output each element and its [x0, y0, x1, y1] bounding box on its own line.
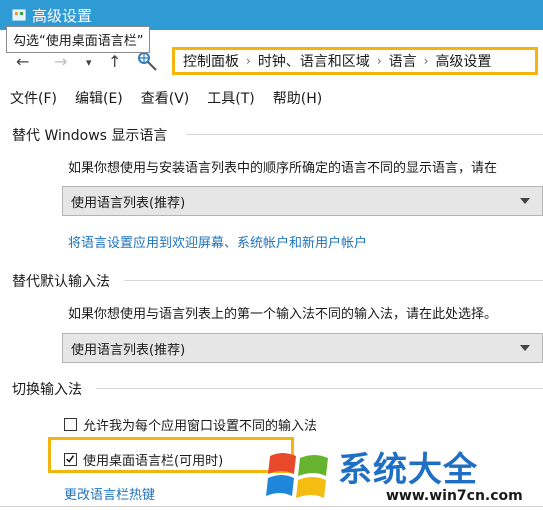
arrow-left-icon[interactable]: ← — [16, 52, 29, 71]
bottom-border — [0, 506, 543, 507]
breadcrumb-item-clock-language[interactable]: 时钟、语言和区域 — [258, 51, 370, 71]
chevron-down-icon — [520, 198, 530, 204]
breadcrumb-separator: › — [246, 54, 251, 68]
breadcrumb-item-language[interactable]: 语言 — [389, 51, 417, 71]
menu-view[interactable]: 查看(V) — [141, 88, 190, 108]
section-divider — [96, 388, 543, 389]
per-app-input-label: 允许我为每个应用窗口设置不同的输入法 — [83, 419, 318, 434]
display-language-select[interactable]: 使用语言列表(推荐) — [62, 186, 543, 216]
window-title: 高级设置 — [32, 7, 93, 25]
window-icon — [12, 9, 26, 21]
apply-settings-link[interactable]: 将语言设置应用到欢迎屏幕、系统帐户和新用户帐户 — [68, 232, 367, 251]
per-app-input-checkbox[interactable] — [64, 418, 77, 431]
menu-help[interactable]: 帮助(H) — [273, 88, 322, 108]
highlight-box — [48, 437, 294, 473]
breadcrumb-item-control-panel[interactable]: 控制面板 — [183, 51, 239, 71]
control-panel-icon — [138, 52, 157, 71]
breadcrumb-separator: › — [423, 54, 429, 68]
breadcrumb-item-advanced[interactable]: 高级设置 — [435, 51, 491, 71]
change-hotkeys-link[interactable]: 更改语言栏热键 — [64, 484, 155, 503]
section-divider — [186, 134, 543, 135]
section-title-input-method: 替代默认输入法 — [12, 274, 110, 290]
input-method-select-value: 使用语言列表(推荐) — [71, 342, 186, 358]
display-language-select-value: 使用语言列表(推荐) — [71, 195, 186, 211]
watermark-url: www.win7cn.com — [386, 488, 523, 504]
menu-bar: 文件(F) 编辑(E) 查看(V) 工具(T) 帮助(H) — [10, 88, 340, 108]
section-title-switching: 切换输入法 — [12, 382, 82, 398]
windows-flag-logo — [266, 453, 328, 498]
input-method-select[interactable]: 使用语言列表(推荐) — [62, 333, 543, 363]
arrow-up-icon[interactable]: ↑ — [108, 52, 121, 71]
watermark-text: 系统大全 — [338, 450, 478, 490]
chevron-down-icon — [520, 345, 530, 351]
per-app-input-option[interactable]: 允许我为每个应用窗口设置不同的输入法 — [64, 415, 317, 434]
chevron-down-icon[interactable]: ▾ — [86, 56, 92, 69]
breadcrumb[interactable]: 控制面板 › 时钟、语言和区域 › 语言 › 高级设置 — [172, 47, 538, 75]
input-method-description: 如果你想使用与语言列表上的第一个输入法不同的输入法，请在此处选择。 — [68, 307, 498, 322]
breadcrumb-separator: › — [376, 54, 382, 68]
section-divider — [124, 280, 543, 281]
display-language-description: 如果你想使用与安装语言列表中的顺序所确定的语言不同的显示语言，请在 — [68, 161, 498, 176]
menu-tools[interactable]: 工具(T) — [207, 88, 254, 108]
annotation-tooltip: 勾选“使用桌面语言栏” — [6, 26, 151, 53]
menu-edit[interactable]: 编辑(E) — [75, 88, 123, 108]
menu-file[interactable]: 文件(F) — [10, 88, 57, 108]
arrow-right-icon[interactable]: → — [54, 52, 67, 71]
watermark: 系统大全 www.win7cn.com — [262, 440, 543, 510]
section-title-display-language: 替代 Windows 显示语言 — [12, 128, 168, 144]
